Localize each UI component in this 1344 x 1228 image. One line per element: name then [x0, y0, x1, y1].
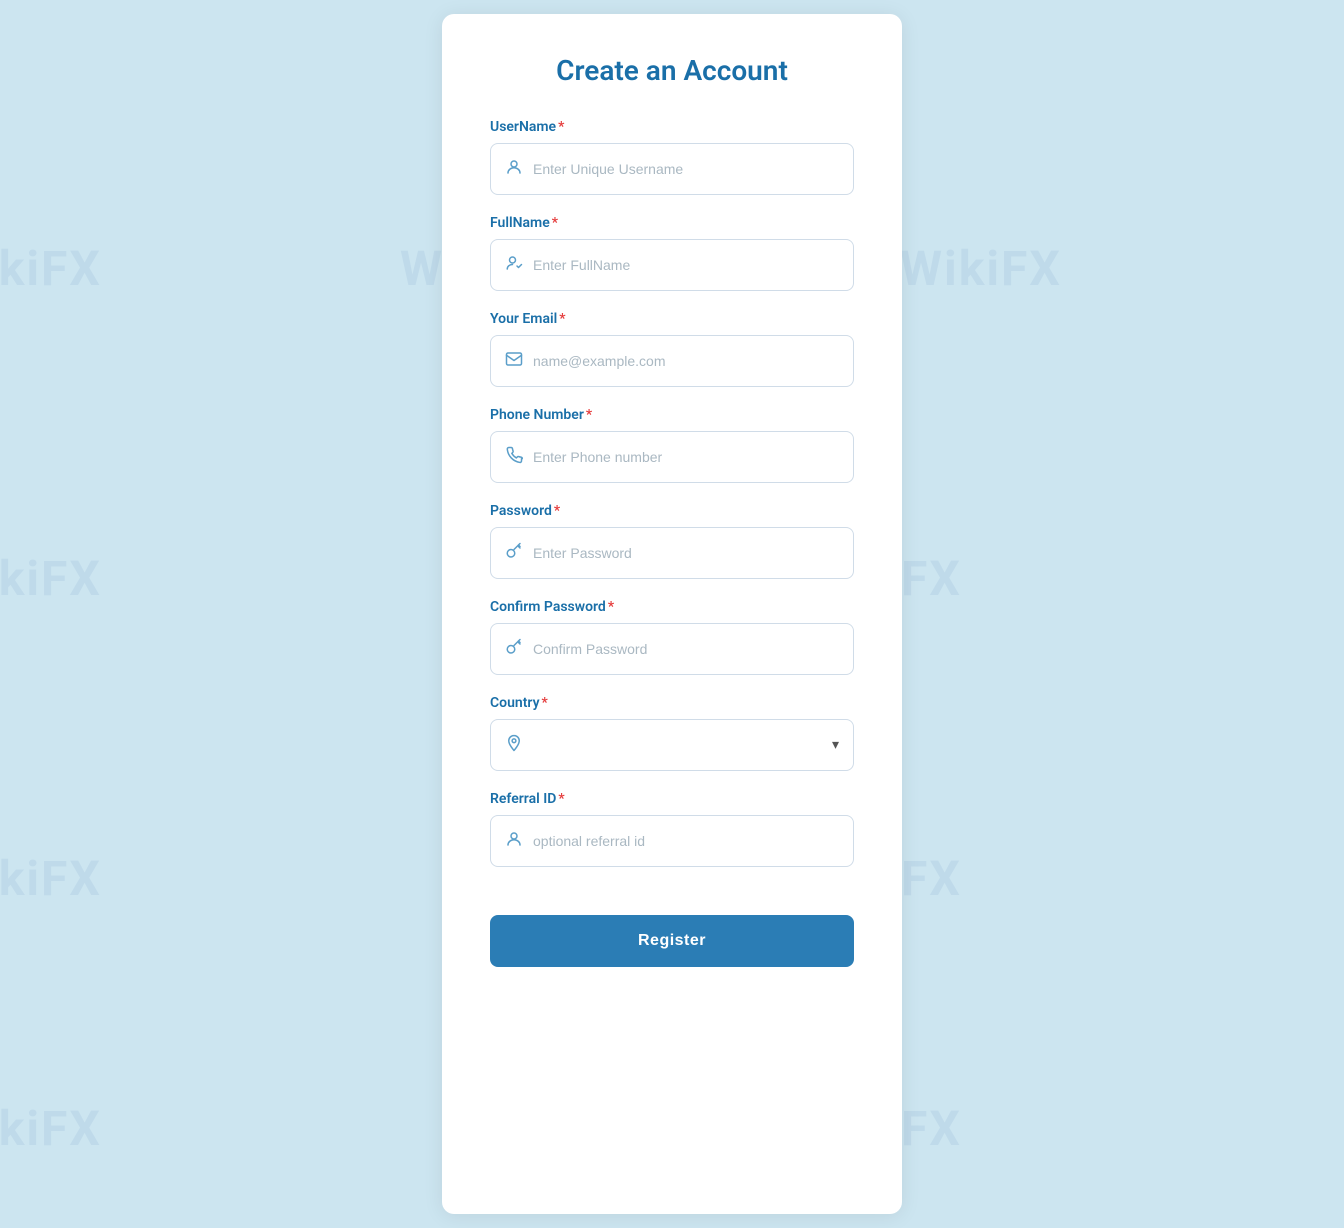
watermark: WikiFX — [900, 240, 1062, 297]
email-required-marker: * — [559, 311, 565, 327]
country-select[interactable]: United States United Kingdom Canada Aust… — [533, 737, 839, 753]
username-input-wrapper — [490, 143, 854, 195]
email-input-wrapper — [490, 335, 854, 387]
username-input[interactable] — [533, 161, 839, 177]
fullname-input-wrapper — [490, 239, 854, 291]
phone-input-wrapper — [490, 431, 854, 483]
referral-required-marker: * — [558, 791, 564, 807]
fullname-input[interactable] — [533, 257, 839, 273]
watermark: WikiFX — [0, 240, 102, 297]
country-label: Country* — [490, 695, 854, 711]
confirm-password-label: Confirm Password* — [490, 599, 854, 615]
confirm-password-required-marker: * — [608, 599, 614, 615]
watermark: WikiFX — [0, 550, 102, 607]
phone-required-marker: * — [586, 407, 592, 423]
email-label: Your Email* — [490, 311, 854, 327]
email-input[interactable] — [533, 353, 839, 369]
form-title: Create an Account — [490, 54, 854, 87]
confirm-password-input[interactable] — [533, 641, 839, 657]
referral-input-wrapper — [490, 815, 854, 867]
confirm-password-input-wrapper — [490, 623, 854, 675]
country-required-marker: * — [542, 695, 548, 711]
fullname-label: FullName* — [490, 215, 854, 231]
referral-input[interactable] — [533, 833, 839, 849]
watermark: WikiFX — [0, 850, 102, 907]
person-edit-icon — [505, 254, 523, 277]
referral-field-group: Referral ID* — [490, 791, 854, 867]
register-button[interactable]: Register — [490, 915, 854, 967]
fullname-required-marker: * — [552, 215, 558, 231]
username-field-group: UserName* — [490, 119, 854, 195]
key-confirm-icon — [505, 638, 523, 661]
password-required-marker: * — [554, 503, 560, 519]
country-field-group: Country* United States United Kingdom Ca… — [490, 695, 854, 771]
phone-icon — [505, 446, 523, 469]
person-referral-icon — [505, 830, 523, 853]
watermark: WikiFX — [0, 1100, 102, 1157]
person-icon — [505, 158, 523, 181]
phone-label: Phone Number* — [490, 407, 854, 423]
password-field-group: Password* — [490, 503, 854, 579]
location-icon — [505, 734, 523, 757]
confirm-password-field-group: Confirm Password* — [490, 599, 854, 675]
phone-field-group: Phone Number* — [490, 407, 854, 483]
registration-form-card: Create an Account UserName* FullName* — [442, 14, 902, 1214]
country-select-wrapper: United States United Kingdom Canada Aust… — [490, 719, 854, 771]
password-input-wrapper — [490, 527, 854, 579]
username-required-marker: * — [558, 119, 564, 135]
username-label: UserName* — [490, 119, 854, 135]
key-icon — [505, 542, 523, 565]
email-field-group: Your Email* — [490, 311, 854, 387]
mail-icon — [505, 350, 523, 373]
password-label: Password* — [490, 503, 854, 519]
phone-input[interactable] — [533, 449, 839, 465]
referral-label: Referral ID* — [490, 791, 854, 807]
fullname-field-group: FullName* — [490, 215, 854, 291]
password-input[interactable] — [533, 545, 839, 561]
